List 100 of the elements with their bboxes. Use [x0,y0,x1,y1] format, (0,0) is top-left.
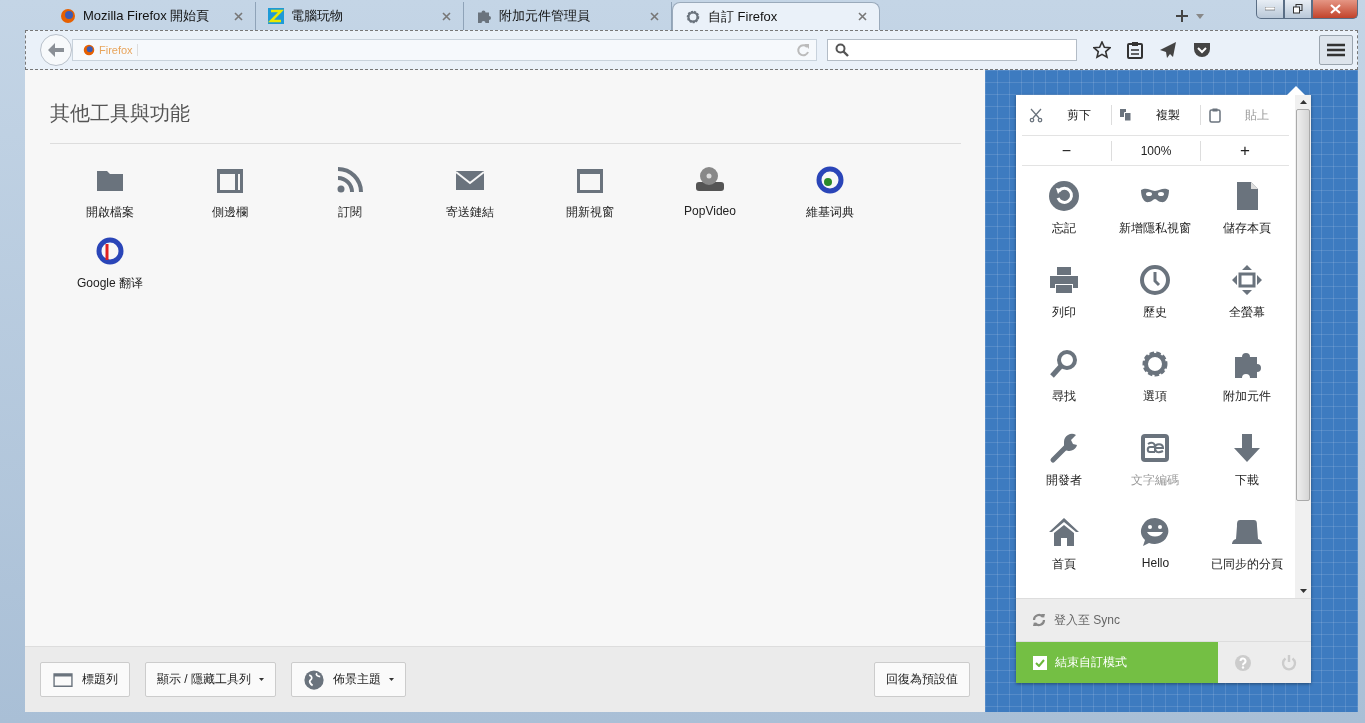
reading-list-icon[interactable] [1127,41,1143,59]
ae-character-icon [1139,432,1172,464]
help-icon[interactable] [1235,654,1251,671]
house-icon [1047,516,1080,548]
menu-button[interactable] [1319,35,1353,65]
item-label: PopVideo [684,204,736,218]
menu-item[interactable]: 附加元件 [1205,348,1289,432]
tab-title: Mozilla Firefox 開始頁 [83,7,211,25]
item-label: 維基词典 [806,204,854,221]
printer-icon [1047,264,1080,296]
menu-icon [1327,43,1345,57]
palette-item[interactable]: 維基词典 [770,164,890,221]
menu-item[interactable]: 尋找 [1022,348,1106,432]
palette-item[interactable]: 寄送鏈結 [410,164,530,221]
item-label: 歷史 [1143,304,1168,321]
palette-item[interactable]: 側邊欄 [170,164,290,221]
tab-title: 附加元件管理員 [499,7,591,25]
zoom-in-button[interactable]: + [1200,140,1289,161]
item-label: 忘記 [1051,220,1076,237]
close-icon[interactable] [650,11,659,21]
scissors-icon [1028,107,1044,123]
reload-icon[interactable] [796,43,810,57]
scroll-down-icon [1299,589,1307,593]
menu-item[interactable]: Hello [1113,516,1198,598]
menu-item[interactable]: 開發者 [1022,432,1106,516]
menu-item[interactable]: 下載 [1205,432,1289,516]
item-label: 已同步的分頁 [1211,556,1284,573]
close-icon [1329,4,1341,14]
fullscreen-icon [1231,264,1264,296]
rewind-clock-icon [1047,180,1080,212]
search-icon [1047,348,1080,380]
close-icon[interactable] [442,11,451,21]
caret-icon[interactable] [1196,14,1204,19]
item-label: 文字編碼 [1131,472,1180,489]
pocket-icon[interactable] [1193,41,1211,59]
palette-item[interactable]: 開啟檔案 [50,164,170,221]
item-label: 全螢幕 [1229,304,1266,321]
menu-item[interactable]: 已同步的分頁 [1205,516,1289,598]
scrollbar-thumb[interactable] [1296,109,1310,501]
item-label: 開新視窗 [566,204,614,221]
scrollbar[interactable] [1295,95,1311,598]
menu-item[interactable]: 首頁 [1022,516,1106,598]
edit-button[interactable]: 複製 [1111,105,1200,125]
minimize-button[interactable] [1256,0,1284,19]
restore-button[interactable] [1284,0,1312,19]
item-label: 附加元件 [1223,388,1272,405]
item-label: 列印 [1051,304,1076,321]
zoom-reset-button[interactable]: 100% [1111,140,1200,161]
caret-icon [389,678,394,681]
checkbox[interactable] [1033,655,1047,670]
dictionary-logo-icon [814,164,846,196]
globe-icon [303,668,325,691]
puzzle-piece-icon [476,8,492,24]
browser-tab[interactable]: 自訂 Firefox [672,2,880,30]
search-icon [835,43,849,57]
star-icon[interactable] [1093,41,1111,59]
toolbar-button[interactable]: 佈景主題 [291,662,406,697]
menu-item[interactable]: 歷史 [1113,264,1198,348]
identity-label: Firefox [99,44,138,56]
paper-plane-icon[interactable] [1159,41,1177,59]
edit-button[interactable]: 剪下 [1022,105,1111,125]
new-tab-icon[interactable] [1176,10,1188,22]
close-window-button[interactable] [1312,0,1358,19]
palette-item[interactable]: PopVideo [650,164,770,221]
restore-defaults-button[interactable]: 回復為預設值 [874,662,970,697]
site-logo-icon [268,8,284,24]
item-label: Hello [1141,556,1170,570]
item-label: 新增隱私視窗 [1119,220,1192,237]
translate-logo-icon [94,235,126,267]
sync-icon [1032,613,1046,627]
search-field[interactable] [827,39,1077,61]
toolbar-button[interactable]: 顯示 / 隱藏工具列 [145,662,276,697]
item-label: 開啟檔案 [86,204,134,221]
palette-title: 其他工具與功能 [50,100,961,144]
zoom-out-button[interactable]: − [1022,140,1111,161]
item-label: Google 翻译 [77,275,143,292]
item-label: 首頁 [1051,556,1076,573]
item-label: 選項 [1143,388,1168,405]
restore-icon [1293,4,1303,14]
item-label: 訂閱 [338,204,362,221]
menu-item[interactable]: 全螢幕 [1205,264,1289,348]
back-button[interactable] [40,34,72,66]
menu-item[interactable]: 列印 [1022,264,1106,348]
menu-item[interactable]: 新增隱私視窗 [1113,180,1198,264]
item-label: 側邊欄 [212,204,248,221]
item-label: 尋找 [1051,388,1076,405]
minimize-icon [1265,7,1275,11]
tab-title: 自訂 Firefox [708,7,779,26]
sync-button[interactable]: 登入至 Sync [1016,598,1311,641]
item-label: 寄送鏈結 [446,204,494,221]
menu-item[interactable]: 儲存本頁 [1205,180,1289,264]
exit-label: 結束自訂模式 [1055,654,1127,671]
palette-item[interactable]: Google 翻译 [50,235,170,292]
palette-item[interactable]: 訂閱 [290,164,410,221]
palette-item[interactable]: 開新視窗 [530,164,650,221]
toolbar-button[interactable]: 標題列 [40,662,130,697]
close-icon[interactable] [858,12,867,21]
menu-item[interactable]: 選項 [1113,348,1198,432]
close-icon[interactable] [234,11,243,21]
menu-item[interactable]: 忘記 [1022,180,1106,264]
